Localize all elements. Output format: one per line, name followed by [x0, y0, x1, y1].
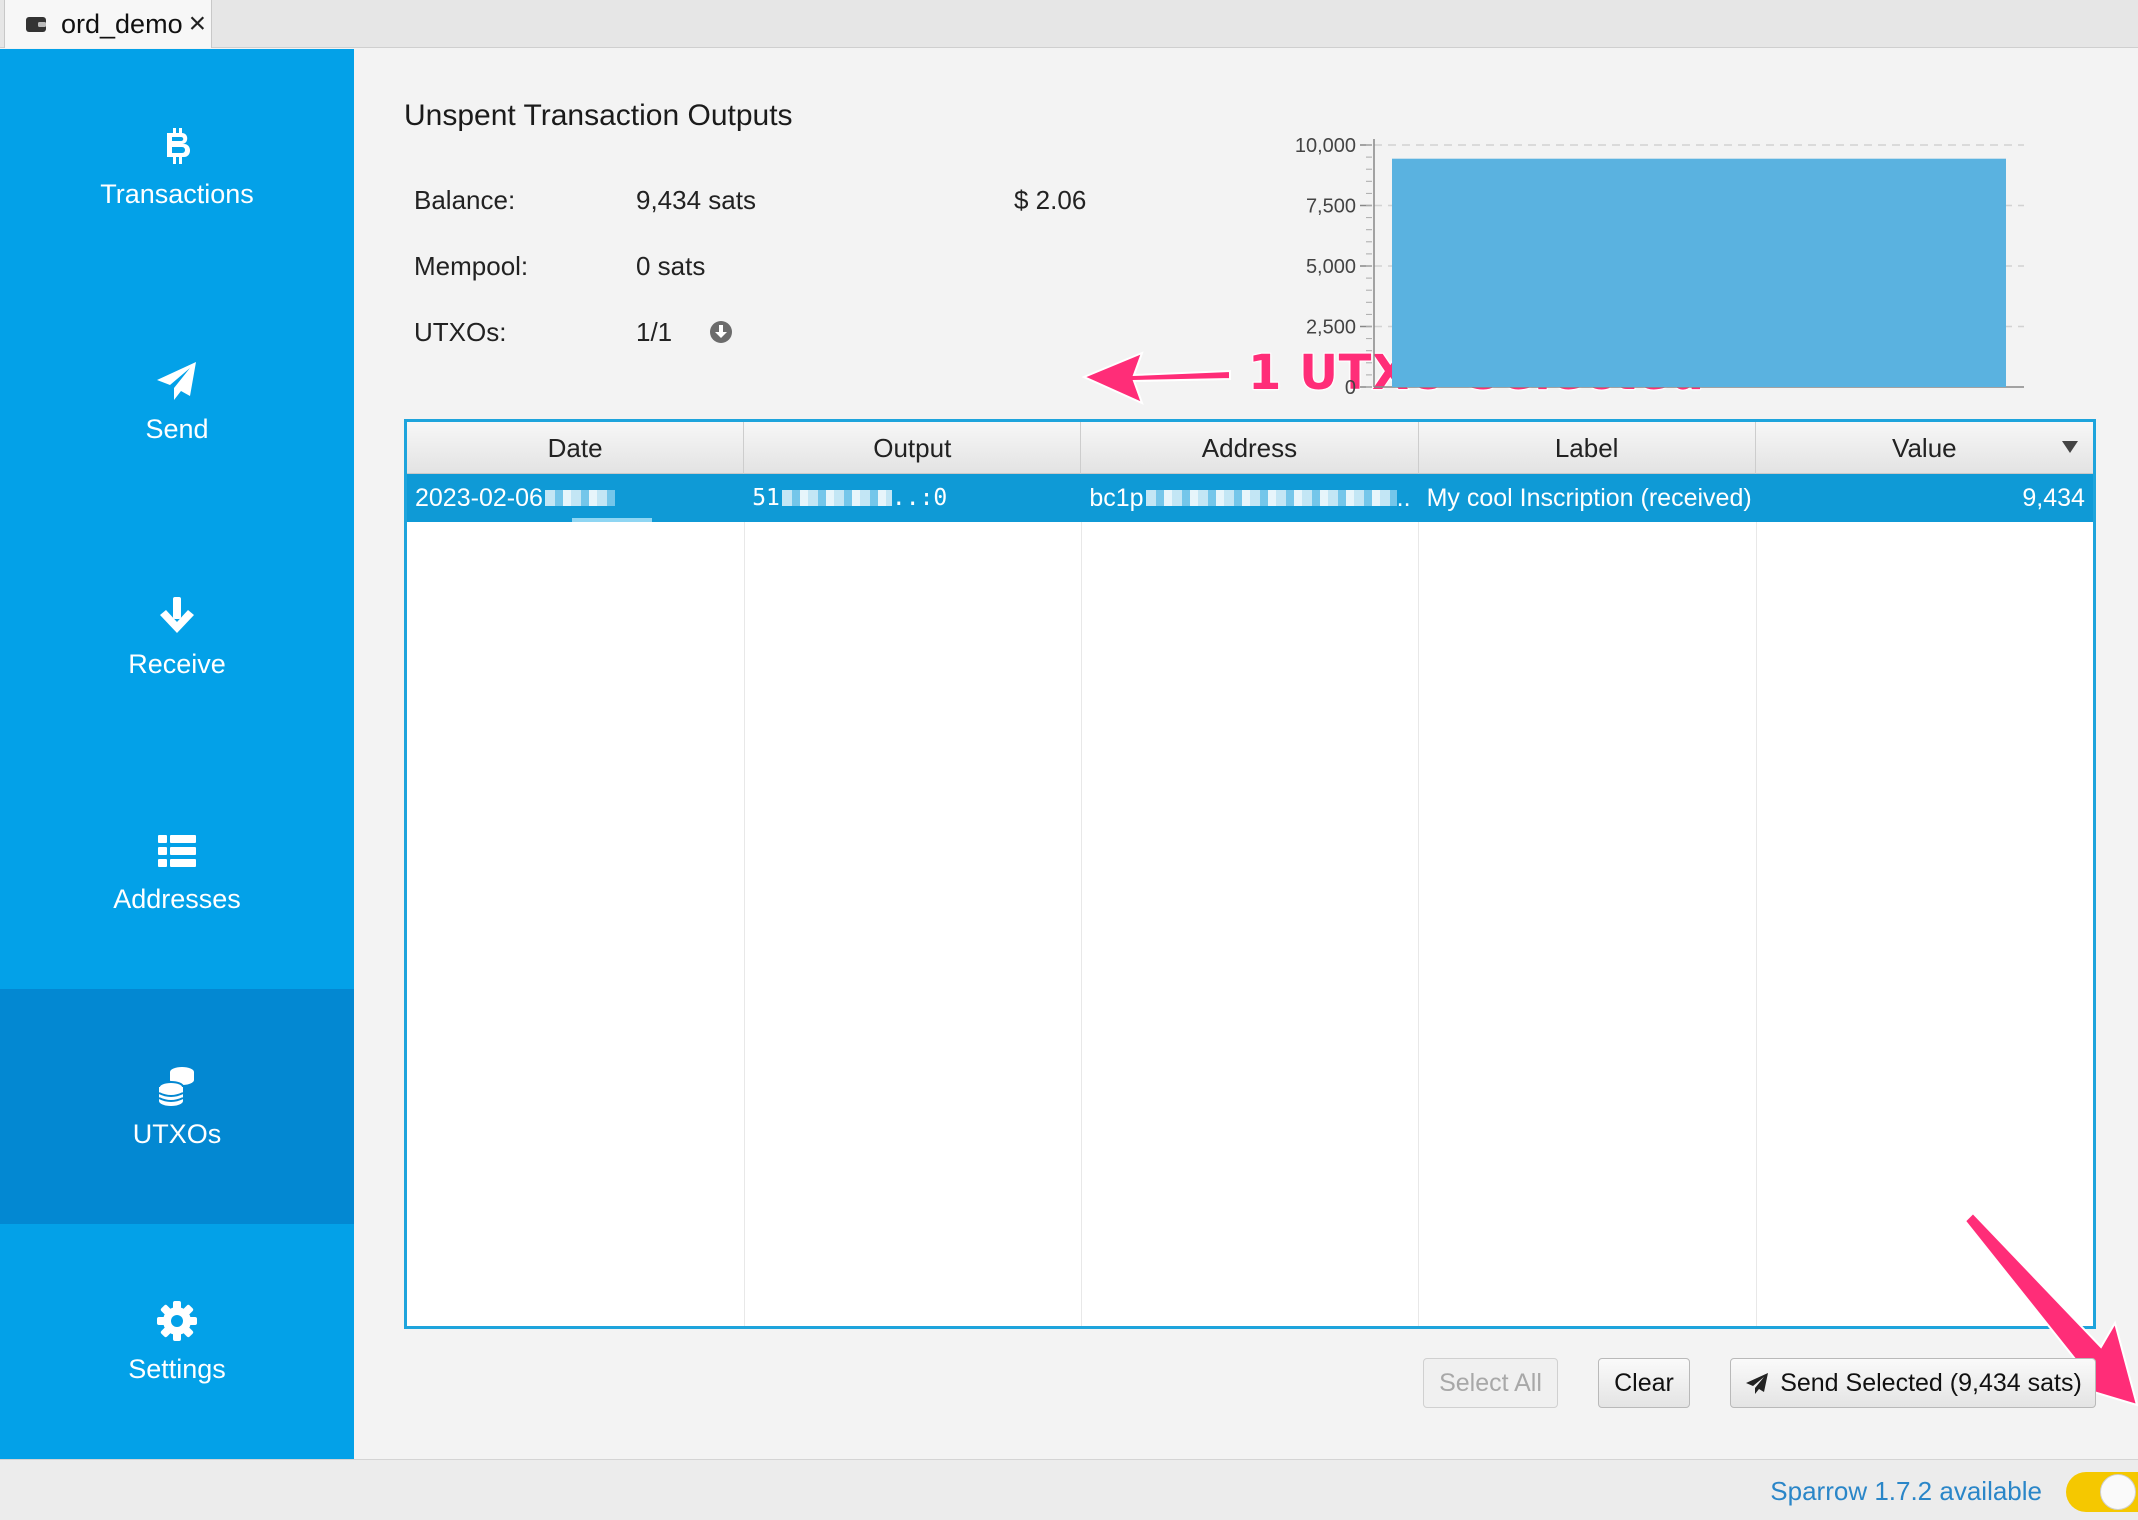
- sidebar-item-label: Transactions: [100, 179, 254, 209]
- column-header-date[interactable]: Date: [407, 422, 745, 474]
- sidebar-item-transactions[interactable]: Transactions: [0, 49, 354, 284]
- cell-value: 9,434: [1756, 474, 2093, 522]
- column-header-label[interactable]: Label: [1419, 422, 1756, 474]
- sidebar-item-addresses[interactable]: Addresses: [0, 754, 354, 989]
- redacted-txid: [781, 490, 892, 506]
- cell-output-suffix: ..:0: [891, 485, 948, 511]
- sort-descending-icon[interactable]: [2061, 440, 2079, 454]
- balance-fiat-value: $ 2.06: [1014, 185, 1087, 215]
- sidebar-item-label: UTXOs: [132, 1119, 222, 1149]
- sidebar-item-label: Send: [145, 414, 209, 444]
- utxos-value: 1/1: [636, 317, 673, 347]
- close-icon[interactable]: ×: [189, 9, 207, 39]
- select-all-label: Select All: [1439, 1368, 1542, 1397]
- y-tick-label: 5,000: [1306, 256, 1356, 278]
- tab-bar: ord_demo ×: [0, 0, 2138, 48]
- balance-value: 9,434 sats: [636, 185, 756, 215]
- utxo-table[interactable]: Date Output Address Label Value 2023-02-…: [404, 419, 2096, 1329]
- sidebar-item-label: Receive: [128, 649, 226, 679]
- cell-output-prefix: 51: [752, 485, 780, 511]
- column-divider: [744, 474, 745, 1326]
- column-header-output[interactable]: Output: [744, 422, 1082, 474]
- column-divider: [1081, 474, 1082, 1326]
- sidebar-item-label: Addresses: [113, 884, 241, 914]
- sidebar-item-receive[interactable]: Receive: [0, 519, 354, 754]
- cell-date-value: 2023-02-06: [415, 483, 543, 512]
- sidebar-item-settings[interactable]: Settings: [0, 1224, 354, 1459]
- table-header: Date Output Address Label Value: [407, 422, 2093, 474]
- column-divider: [1756, 474, 1757, 1326]
- clear-label: Clear: [1614, 1368, 1674, 1397]
- cell-date: 2023-02-06: [407, 474, 744, 522]
- update-available-link[interactable]: Sparrow 1.7.2 available: [1770, 1476, 2042, 1507]
- cell-address: bc1p ..: [1081, 474, 1418, 522]
- cell-label-value: My cool Inscription (received): [1426, 483, 1752, 512]
- y-tick-label: 7,500: [1306, 196, 1356, 218]
- cell-address-prefix: bc1p: [1089, 483, 1144, 512]
- mempool-value: 0 sats: [636, 251, 706, 281]
- table-row[interactable]: 2023-02-06 51 ..:0 bc1p .. My cool Inscr…: [407, 474, 2093, 522]
- cell-address-suffix: ..: [1396, 483, 1411, 512]
- wallet-tab[interactable]: ord_demo ×: [4, 0, 212, 48]
- utxos-label: UTXOs:: [414, 317, 507, 347]
- utxos-panel: Unspent Transaction Outputs Balance: 9,4…: [354, 49, 2138, 1459]
- column-header-label: Date: [547, 432, 603, 463]
- sidebar: Transactions Send Receive Addresses UTXO…: [0, 49, 354, 1459]
- redacted-time: [544, 490, 615, 506]
- connection-toggle[interactable]: [2066, 1472, 2138, 1512]
- clear-button[interactable]: Clear: [1598, 1358, 1690, 1408]
- redacted-address: [1145, 490, 1397, 506]
- table-body: 2023-02-06 51 ..:0 bc1p .. My cool Inscr…: [407, 474, 2093, 1326]
- sidebar-item-utxos[interactable]: UTXOs: [0, 989, 354, 1224]
- paper-plane-icon: [157, 362, 196, 400]
- wallet-tab-label: ord_demo: [61, 8, 183, 39]
- column-header-address[interactable]: Address: [1081, 422, 1419, 474]
- cell-value-amount: 9,434: [2022, 483, 2085, 512]
- utxo-chart: 10,000 7,500 5,000 2,500 0: [1284, 119, 2034, 449]
- bitcoin-icon: [167, 128, 190, 164]
- toggle-knob: [2100, 1474, 2136, 1510]
- paper-plane-icon: [1746, 1373, 1769, 1394]
- coins-icon: [158, 1067, 194, 1106]
- cell-label: My cool Inscription (received): [1419, 474, 1756, 522]
- y-tick-label: 0: [1345, 377, 1356, 399]
- arrow-down-icon: [160, 597, 194, 633]
- cell-output: 51 ..:0: [744, 474, 1081, 522]
- y-tick-label: 2,500: [1306, 317, 1356, 339]
- wallet-icon: [26, 17, 46, 32]
- mempool-label: Mempool:: [414, 251, 529, 281]
- annotation-arrow-icon: [1082, 351, 1231, 405]
- y-tick-label: 10,000: [1295, 135, 1356, 157]
- gear-icon: [157, 1301, 197, 1341]
- page-title: Unspent Transaction Outputs: [404, 99, 793, 132]
- column-header-value[interactable]: Value: [1756, 422, 2093, 474]
- utxo-bar-chart: 10,000 7,500 5,000 2,500 0: [1295, 135, 2024, 399]
- column-header-label: Value: [1892, 432, 1957, 463]
- send-selected-label: Send Selected (9,434 sats): [1780, 1368, 2082, 1397]
- balance-label: Balance:: [414, 185, 516, 215]
- column-header-label: Label: [1554, 432, 1619, 463]
- select-all-button[interactable]: Select All: [1423, 1358, 1558, 1408]
- send-selected-button[interactable]: Send Selected (9,434 sats): [1730, 1358, 2096, 1408]
- status-bar: Sparrow 1.7.2 available: [0, 1459, 2138, 1520]
- column-divider: [1418, 474, 1419, 1326]
- sidebar-item-label: Settings: [128, 1354, 226, 1384]
- arrow-circle-down-icon[interactable]: [708, 319, 734, 345]
- redacted-underline: [572, 518, 652, 522]
- column-header-label: Address: [1201, 432, 1298, 463]
- chart-bar: [1392, 158, 2006, 387]
- sidebar-item-send[interactable]: Send: [0, 284, 354, 519]
- list-icon: [158, 835, 196, 867]
- column-header-label: Output: [873, 432, 952, 463]
